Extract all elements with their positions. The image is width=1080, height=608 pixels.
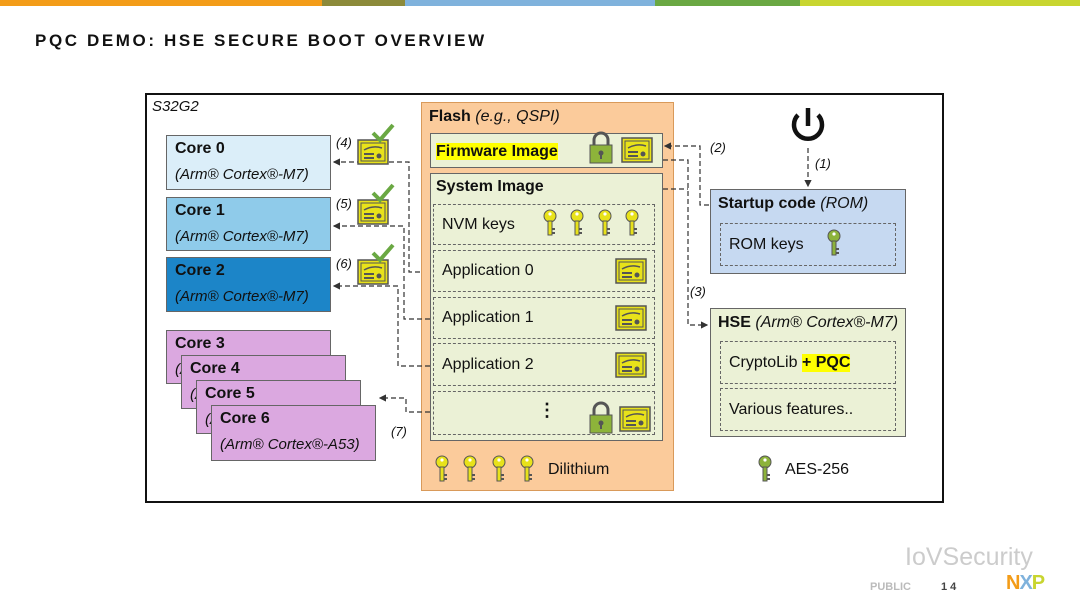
aes-key-icon: [758, 455, 772, 482]
certificate-icon: [615, 258, 647, 284]
certificate-icon: [615, 305, 647, 331]
public-label: PUBLIC: [870, 581, 911, 593]
certificate-icon: [619, 406, 651, 432]
certificate-icon: [357, 259, 389, 285]
certificate-icon: [615, 352, 647, 378]
certificate-icon: [621, 137, 653, 163]
diagram-overlay: [332, 108, 841, 482]
page-number: 1 4: [941, 581, 957, 593]
check-icon: [371, 183, 395, 202]
rom-key-icon: [827, 229, 841, 256]
certificate-icon: [357, 139, 389, 165]
dilithium-key-icons: [435, 455, 534, 482]
certificate-icon: [357, 199, 389, 225]
nvm-key-icons: [543, 209, 639, 236]
watermark: IoVSecurity: [905, 543, 1033, 571]
lock-icon: [588, 131, 614, 165]
nxp-logo: NXP: [1006, 572, 1045, 594]
check-icon: [371, 123, 395, 142]
power-icon: [791, 108, 825, 142]
check-icon: [371, 243, 395, 262]
lock-icon: [588, 401, 614, 435]
